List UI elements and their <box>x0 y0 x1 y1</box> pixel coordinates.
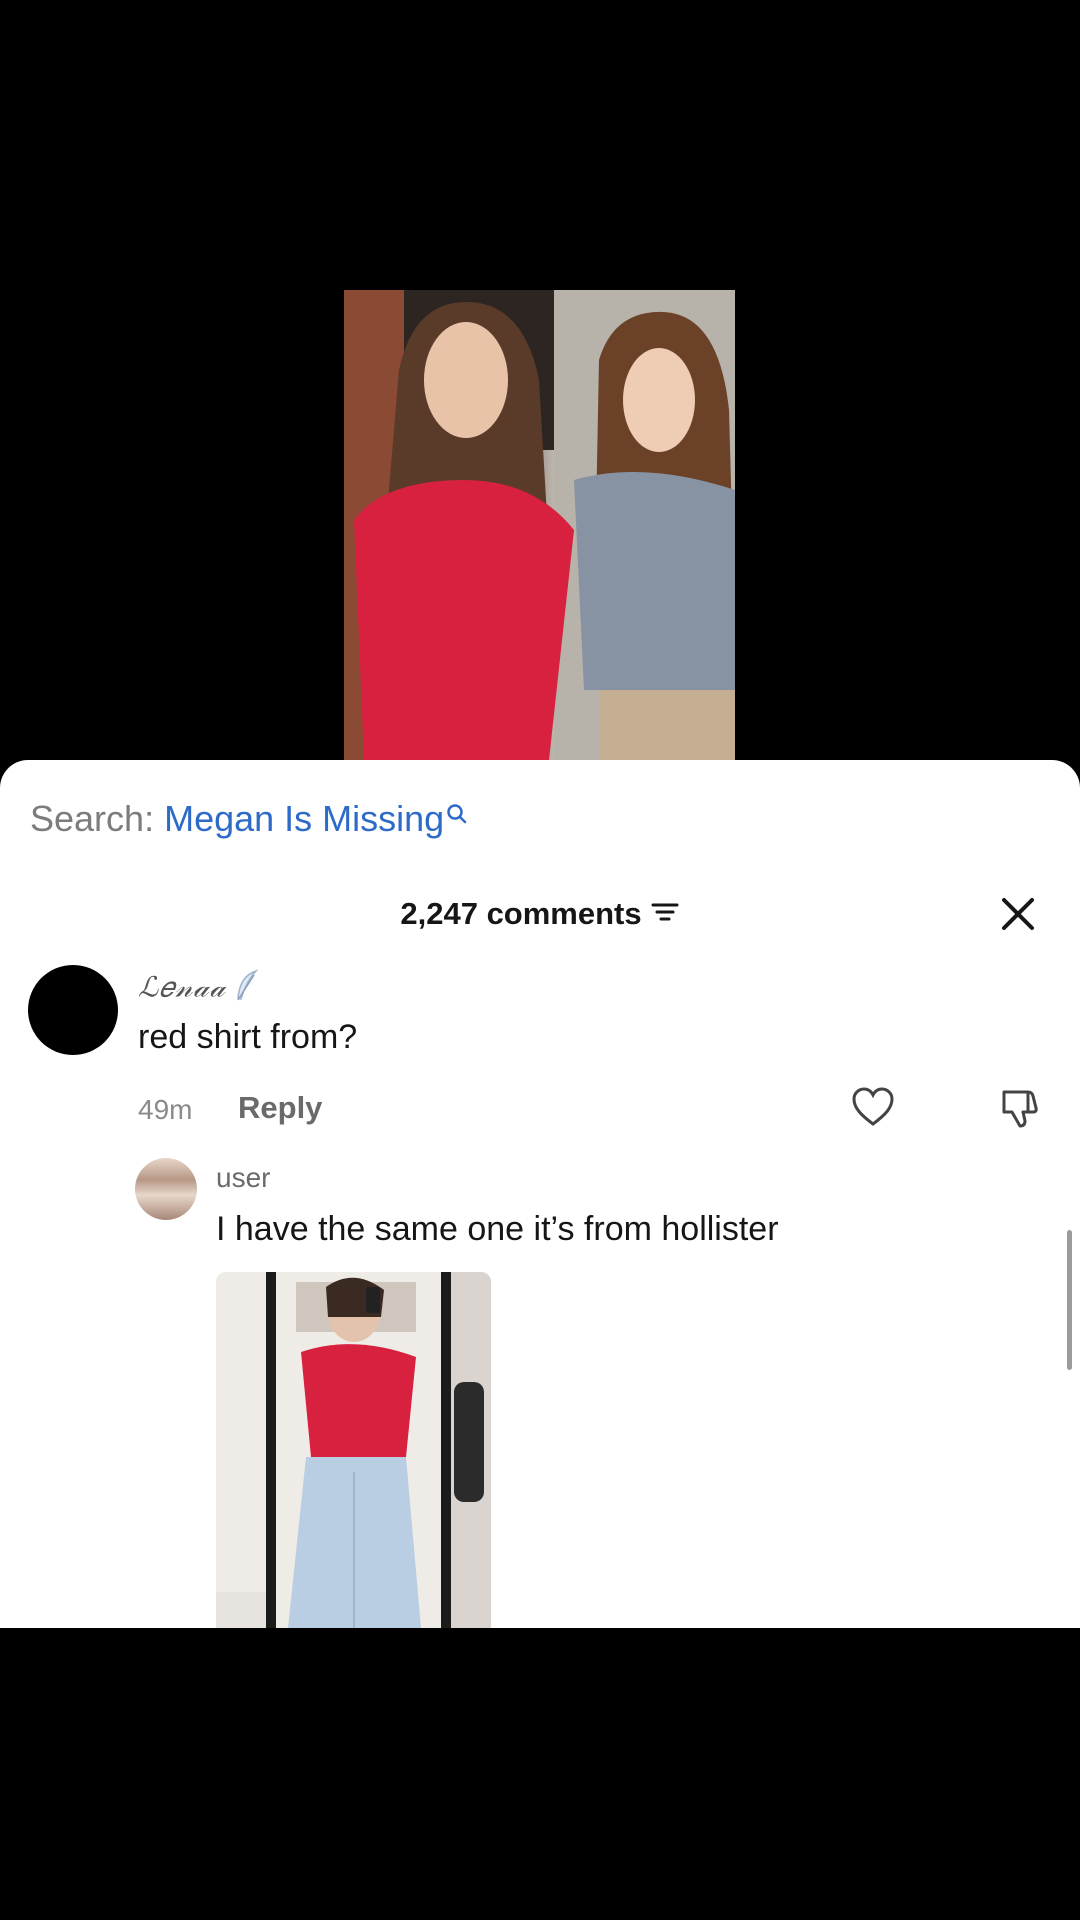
reply-photo[interactable] <box>216 1272 491 1628</box>
feather-icon <box>232 968 262 1012</box>
comment-username-text[interactable]: ℒ𝑒𝓃𝒶𝒶 <box>138 972 226 1003</box>
avatar[interactable] <box>28 965 118 1055</box>
reply-button[interactable]: Reply <box>238 1090 322 1126</box>
search-query[interactable]: Megan Is Missing <box>164 798 444 839</box>
comment-text: red shirt from? <box>138 1018 358 1056</box>
close-icon[interactable] <box>998 894 1038 934</box>
reply-text: I have the same one it’s from hollister <box>216 1210 779 1248</box>
dislike-icon[interactable] <box>998 1086 1042 1135</box>
search-icon[interactable] <box>446 794 468 836</box>
sort-icon[interactable] <box>650 896 680 932</box>
comments-count: 2,247 comments <box>0 896 1080 932</box>
search-prefix: Search: <box>30 798 155 839</box>
reply-username[interactable]: user <box>216 1162 270 1194</box>
comments-sheet: Search: Megan Is Missing 2,247 comments … <box>0 760 1080 1628</box>
comment-username[interactable]: ℒ𝑒𝓃𝒶𝒶 <box>138 968 262 1012</box>
video-frame[interactable] <box>344 290 735 760</box>
reply-avatar[interactable] <box>135 1158 197 1220</box>
heart-icon[interactable] <box>851 1086 895 1133</box>
comments-count-label: 2,247 comments <box>400 896 642 931</box>
comment-timestamp: 49m <box>138 1094 193 1125</box>
scrollbar[interactable] <box>1067 1230 1072 1370</box>
search-suggestion[interactable]: Search: Megan Is Missing <box>30 798 468 840</box>
